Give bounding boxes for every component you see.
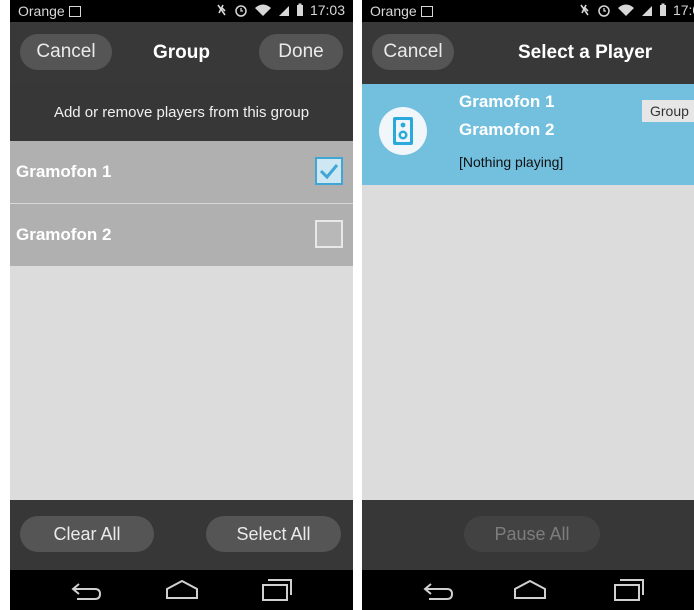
mute-icon — [580, 4, 589, 16]
action-bar: Cancel Select a Player — [362, 22, 694, 84]
wifi-icon — [254, 4, 271, 16]
clock: 17:03 — [672, 2, 694, 18]
checkbox-checked[interactable] — [315, 157, 343, 185]
status-bar: Orange 17:03 — [362, 0, 694, 22]
select-all-button[interactable]: Select All — [206, 516, 341, 552]
cancel-button[interactable]: Cancel — [372, 34, 454, 70]
pause-all-button[interactable]: Pause All — [464, 516, 600, 552]
recent-apps-icon[interactable] — [260, 576, 294, 604]
instructions-text: Add or remove players from this group — [10, 84, 353, 141]
speaker-icon-circle — [379, 107, 427, 155]
wifi-icon — [617, 4, 634, 16]
player-row-gramofon-1[interactable]: Gramofon 1 — [10, 141, 353, 203]
action-bar: Cancel Group Done — [10, 22, 353, 84]
status-icons: 17:03 — [579, 2, 694, 18]
battery-icon — [659, 3, 666, 16]
select-player-screen: Orange 17:03 Cancel Select a Player Gram… — [362, 0, 694, 610]
carrier-label: Orange — [370, 3, 433, 19]
alarm-icon — [235, 5, 247, 17]
back-icon[interactable] — [69, 576, 103, 604]
group-screen: Orange 17:03 Cancel Group Done Add or re… — [10, 0, 353, 610]
clear-all-button[interactable]: Clear All — [20, 516, 154, 552]
gallery-notification-icon — [68, 6, 81, 17]
back-icon[interactable] — [421, 576, 455, 604]
bottom-action-bar: Pause All — [362, 500, 694, 570]
player-name: Gramofon 2 — [16, 225, 112, 244]
navigation-bar — [362, 570, 694, 610]
signal-icon — [278, 6, 289, 16]
checkbox-unchecked[interactable] — [315, 220, 343, 248]
home-icon[interactable] — [164, 576, 200, 604]
navigation-bar — [10, 570, 353, 610]
player-name: Gramofon 1 — [16, 162, 112, 181]
checkmark-icon — [319, 164, 339, 180]
recent-apps-icon[interactable] — [612, 576, 646, 604]
speaker-icon — [393, 117, 413, 145]
player-row-gramofon-2[interactable]: Gramofon 2 — [10, 204, 353, 266]
signal-icon — [641, 6, 652, 16]
group-button[interactable]: Group — [642, 100, 694, 122]
playback-status: [Nothing playing] — [459, 154, 564, 170]
player-name-1: Gramofon 1 — [459, 92, 555, 111]
gallery-notification-icon — [420, 6, 433, 17]
player-group-card[interactable]: Gramofon 1 Gramofon 2 [Nothing playing] … — [362, 84, 694, 185]
status-bar: Orange 17:03 — [10, 0, 353, 22]
page-title: Select a Player — [518, 42, 653, 63]
status-icons: 17:03 — [216, 2, 345, 18]
clock: 17:03 — [309, 2, 345, 18]
carrier-label: Orange — [18, 3, 81, 19]
player-name-2: Gramofon 2 — [459, 120, 555, 139]
home-icon[interactable] — [512, 576, 548, 604]
bottom-action-bar: Clear All Select All — [10, 500, 353, 570]
mute-icon — [217, 4, 226, 16]
alarm-icon — [598, 5, 610, 17]
done-button[interactable]: Done — [259, 34, 343, 70]
battery-icon — [296, 3, 303, 16]
